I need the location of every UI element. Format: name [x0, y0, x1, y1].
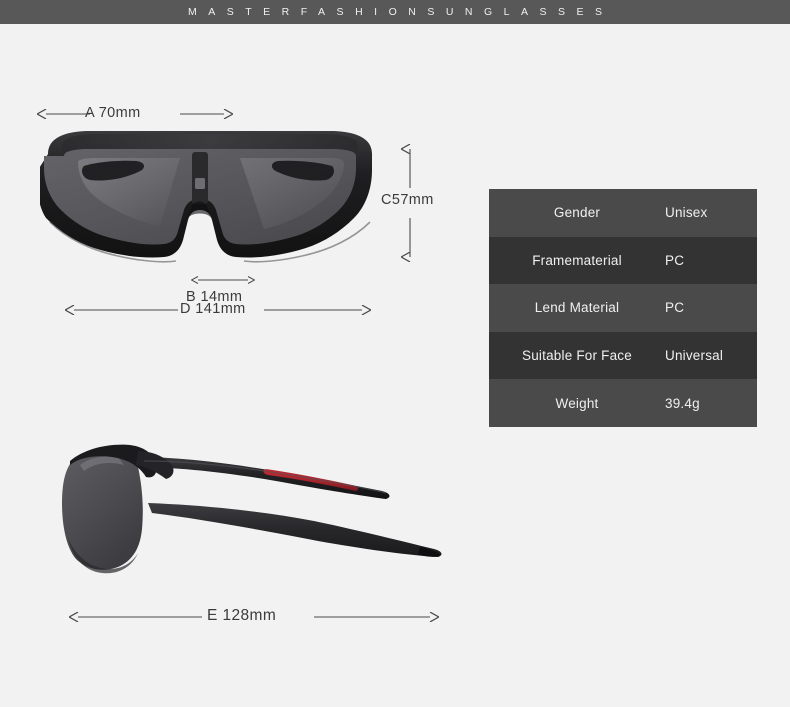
dimension-label-d: D 141mm: [180, 301, 246, 317]
side-near-temple: [136, 457, 390, 499]
spec-label-weight: Weight: [555, 395, 599, 411]
spec-label-framematerial: Framematerial: [532, 252, 622, 268]
product-front-view: [40, 122, 380, 282]
spec-label-gender: Gender: [553, 205, 601, 221]
side-far-temple: [148, 503, 442, 557]
side-hinge: [136, 451, 174, 479]
table-row: Suitable For Face Universal: [489, 331, 757, 380]
table-row: Lend Material PC: [489, 284, 757, 332]
brand-logo-badge: [195, 178, 205, 189]
specification-table: Gender Unisex Framematerial PC Lend Mate…: [489, 189, 757, 427]
dimension-label-a: A 70mm: [85, 105, 141, 121]
spec-value-lend-material: PC: [665, 300, 685, 316]
table-row: Gender Unisex: [489, 189, 757, 237]
brand-name-text: MASTERFASHIONSUNGLASSES: [187, 6, 614, 18]
spec-value-gender: Unisex: [665, 205, 708, 221]
spec-value-suitable-for-face: Universal: [665, 348, 724, 364]
side-view-graphic: [62, 444, 442, 574]
table-row: Weight 39.4g: [489, 379, 757, 427]
spec-value-framematerial: PC: [665, 252, 685, 268]
brand-header-bar: MASTERFASHIONSUNGLASSES: [0, 0, 790, 24]
dimension-label-c: C57mm: [381, 192, 434, 208]
product-side-view: [52, 407, 452, 597]
table-row: Framematerial PC: [489, 236, 757, 285]
spec-value-weight: 39.4g: [665, 395, 700, 411]
dimension-line-b: [193, 274, 253, 286]
infographic-stage: A 70mm C57mm B 14mm D 141mm E 128mm Gend…: [0, 24, 790, 707]
front-view-graphic: [40, 131, 372, 263]
dimension-label-e: E 128mm: [207, 607, 277, 624]
spec-label-lend-material: Lend Material: [534, 300, 620, 316]
spec-label-suitable-for-face: Suitable For Face: [522, 348, 632, 364]
